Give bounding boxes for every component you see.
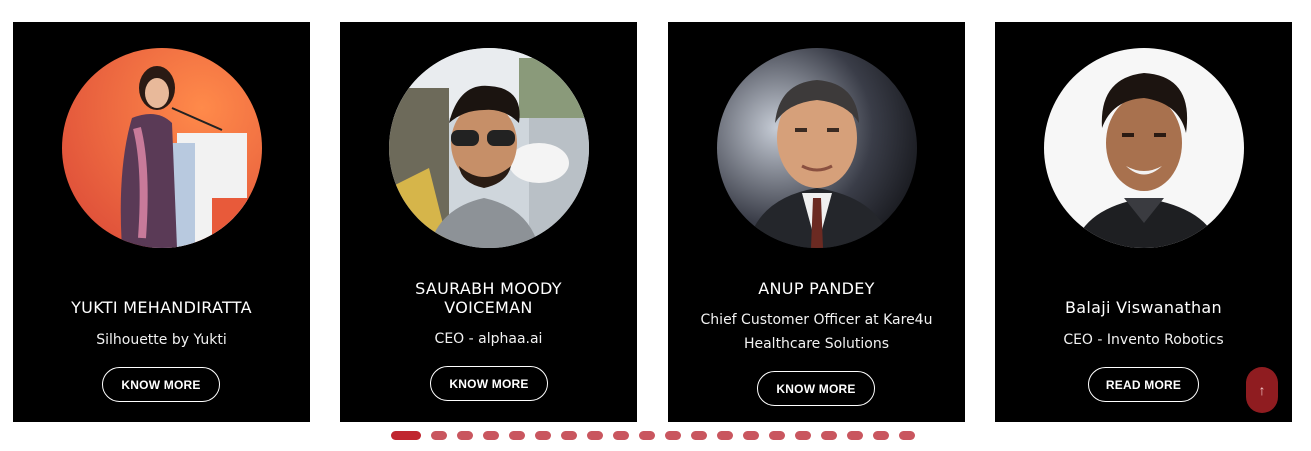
carousel-dot[interactable]	[431, 431, 447, 440]
speaker-photo	[389, 48, 589, 248]
speaker-role: CEO - Invento Robotics	[1015, 328, 1272, 352]
carousel-dot[interactable]	[391, 431, 421, 440]
scroll-top-button[interactable]: ↑	[1246, 367, 1278, 413]
know-more-button[interactable]: KNOW MORE	[430, 366, 548, 401]
speaker-name: Balaji Viswanathan	[995, 298, 1292, 317]
carousel-dot[interactable]	[873, 431, 889, 440]
carousel-dot[interactable]	[795, 431, 811, 440]
carousel-dot[interactable]	[691, 431, 707, 440]
speaker-name-line: SAURABH MOODY	[415, 279, 562, 298]
carousel-dot[interactable]	[561, 431, 577, 440]
speaker-role-line: CEO - Invento Robotics	[1063, 332, 1224, 348]
speaker-role-line: CEO - alphaa.ai	[434, 331, 543, 347]
carousel-dot[interactable]	[717, 431, 733, 440]
speaker-name: YUKTI MEHANDIRATTA	[13, 298, 310, 317]
carousel-dot[interactable]	[769, 431, 785, 440]
speaker-name-line: ANUP PANDEY	[758, 279, 875, 298]
speaker-card: YUKTI MEHANDIRATTA Silhouette by Yukti K…	[13, 22, 310, 422]
carousel-dot[interactable]	[509, 431, 525, 440]
speaker-role: Chief Customer Officer at Kare4u Healthc…	[688, 308, 945, 356]
carousel-dot[interactable]	[899, 431, 915, 440]
carousel-dot[interactable]	[587, 431, 603, 440]
speaker-role: CEO - alphaa.ai	[360, 327, 617, 351]
speaker-photo	[62, 48, 262, 248]
arrow-up-icon: ↑	[1258, 382, 1266, 398]
speaker-name-line: Balaji Viswanathan	[1065, 298, 1222, 317]
speaker-photo	[717, 48, 917, 248]
speaker-name: SAURABH MOODY VOICEMAN	[340, 279, 637, 317]
carousel-dot[interactable]	[665, 431, 681, 440]
speaker-role-line: Healthcare Solutions	[743, 336, 890, 352]
speaker-card: SAURABH MOODY VOICEMAN CEO - alphaa.ai K…	[340, 22, 637, 422]
carousel-dot[interactable]	[613, 431, 629, 440]
speaker-role-line: Silhouette by Yukti	[96, 332, 227, 348]
know-more-button[interactable]: KNOW MORE	[757, 371, 875, 406]
speaker-role: Silhouette by Yukti	[33, 328, 290, 352]
read-more-button[interactable]: READ MORE	[1088, 367, 1199, 402]
carousel-dot[interactable]	[535, 431, 551, 440]
speaker-photo	[1044, 48, 1244, 248]
carousel-pagination	[391, 431, 915, 441]
carousel-dot[interactable]	[483, 431, 499, 440]
carousel-dot[interactable]	[847, 431, 863, 440]
carousel-dot[interactable]	[821, 431, 837, 440]
speaker-name-line: YUKTI MEHANDIRATTA	[71, 298, 252, 317]
know-more-button[interactable]: KNOW MORE	[102, 367, 220, 402]
speaker-name-line: VOICEMAN	[444, 298, 533, 317]
speaker-card: ANUP PANDEY Chief Customer Officer at Ka…	[668, 22, 965, 422]
speaker-name: ANUP PANDEY	[668, 279, 965, 298]
carousel-dot[interactable]	[743, 431, 759, 440]
carousel-dot[interactable]	[457, 431, 473, 440]
speaker-role-line: Chief Customer Officer at Kare4u	[700, 312, 933, 328]
carousel-dot[interactable]	[639, 431, 655, 440]
speaker-card: Balaji Viswanathan CEO - Invento Robotic…	[995, 22, 1292, 422]
